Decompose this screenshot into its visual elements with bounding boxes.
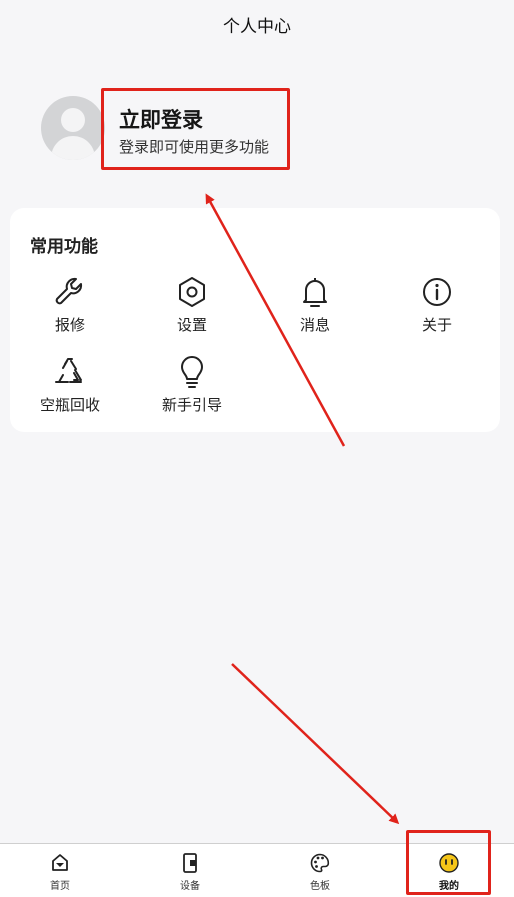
func-label: 消息 — [299, 316, 330, 334]
device-icon — [183, 853, 197, 873]
login-button[interactable]: 立即登录 — [119, 104, 203, 134]
lightbulb-icon — [181, 356, 203, 388]
func-label: 新手引导 — [161, 396, 222, 414]
page-title: 个人中心 — [223, 17, 291, 37]
login-subtitle: 登录即可使用更多功能 — [119, 138, 270, 156]
func-label: 设置 — [176, 316, 207, 334]
avatar[interactable] — [41, 96, 105, 160]
info-icon — [423, 278, 451, 306]
arrow-to-mine-tab — [231, 663, 400, 825]
func-label: 空瓶回收 — [39, 396, 100, 414]
func-beginner-guide[interactable]: 新手引导 — [142, 352, 242, 415]
func-bottle-recycling[interactable]: 空瓶回收 — [20, 352, 120, 415]
palette-icon — [310, 853, 330, 873]
recycle-icon — [55, 358, 82, 383]
wrench-icon — [55, 277, 83, 305]
func-label: 关于 — [421, 316, 452, 334]
tab-label: 设备 — [180, 881, 200, 892]
home-icon — [52, 854, 68, 871]
func-about[interactable]: 关于 — [387, 272, 487, 335]
tab-home[interactable]: 首页 — [20, 852, 100, 892]
tab-devices[interactable]: 设备 — [150, 852, 230, 892]
hexagon-settings-icon — [179, 277, 205, 307]
tab-palette[interactable]: 色板 — [280, 852, 360, 892]
tab-label: 首页 — [50, 881, 70, 892]
func-label: 报修 — [54, 316, 85, 334]
avatar-head — [61, 108, 85, 132]
mine-tab-highlight-box — [406, 830, 491, 895]
avatar-shoulders — [51, 136, 95, 160]
functions-title: 常用功能 — [30, 237, 98, 257]
bell-icon — [303, 278, 327, 307]
tab-label: 色板 — [310, 881, 330, 892]
func-repair[interactable]: 报修 — [20, 272, 120, 335]
func-messages[interactable]: 消息 — [265, 272, 365, 335]
func-settings[interactable]: 设置 — [142, 272, 242, 335]
